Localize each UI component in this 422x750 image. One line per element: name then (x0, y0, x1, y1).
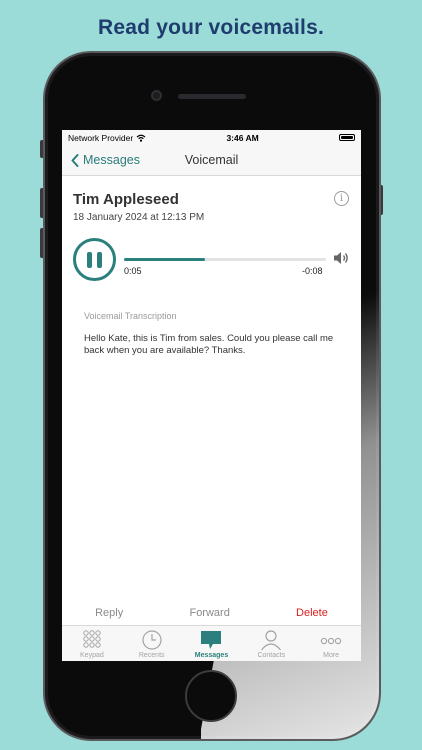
status-time: 3:46 AM (226, 132, 259, 143)
battery-icon (339, 134, 355, 141)
pause-bar-right (97, 251, 102, 268)
tab-keypad[interactable]: Keypad (62, 626, 122, 661)
home-button (185, 670, 237, 722)
carrier-name: Network Provider (68, 132, 134, 143)
voicemail-actions: Reply Forward Delete (62, 602, 361, 624)
remaining-time: -0:08 (302, 266, 323, 276)
speaker-icon[interactable] (332, 249, 350, 267)
phone-screen: Network Provider 3:46 AM Messages Voicem… (62, 130, 361, 661)
tab-contacts[interactable]: Contacts (241, 626, 301, 661)
pause-bar-left (87, 251, 92, 268)
elapsed-time: 0:05 (124, 266, 142, 276)
headline: Read your voicemails. (98, 16, 324, 39)
info-icon[interactable]: i (334, 191, 349, 206)
wifi-icon (136, 134, 146, 142)
forward-button[interactable]: Forward (189, 607, 229, 619)
caller-name: Tim Appleseed (73, 191, 179, 208)
tab-more[interactable]: More (301, 626, 361, 661)
playback-scrubber[interactable] (124, 258, 326, 261)
status-bar: Network Provider 3:46 AM (62, 130, 361, 145)
back-button-label: Messages (83, 153, 140, 167)
tab-label: Contacts (257, 652, 286, 659)
chevron-left-icon (71, 153, 79, 167)
clock-icon (142, 630, 162, 650)
tab-label: Messages (194, 652, 229, 659)
tab-messages[interactable]: Messages (182, 626, 242, 661)
voicemail-date: 18 January 2024 at 12:13 PM (73, 212, 205, 223)
transcription-text: Hello Kate, this is Tim from sales. Coul… (84, 333, 334, 356)
back-button[interactable]: Messages (71, 153, 140, 167)
navigation-bar: Messages Voicemail (62, 145, 361, 176)
tab-bar: Keypad Recents Messages Contacts More (62, 625, 361, 661)
tab-label: Keypad (80, 652, 104, 659)
messages-icon (201, 631, 222, 649)
tab-label: More (323, 652, 340, 659)
tab-label: Recents (138, 652, 165, 659)
earpiece-speaker (178, 94, 246, 99)
front-camera (151, 90, 162, 101)
transcription-label: Voicemail Transcription (84, 311, 177, 321)
voicemail-detail: Tim Appleseed 18 January 2024 at 12:13 P… (62, 176, 361, 612)
reply-button[interactable]: Reply (95, 607, 123, 619)
delete-button[interactable]: Delete (296, 607, 328, 619)
tab-recents[interactable]: Recents (122, 626, 182, 661)
pause-button[interactable] (73, 238, 116, 281)
playback-progress (124, 258, 205, 261)
keypad-icon (83, 630, 101, 648)
more-icon (320, 637, 342, 645)
contacts-icon (261, 630, 282, 651)
